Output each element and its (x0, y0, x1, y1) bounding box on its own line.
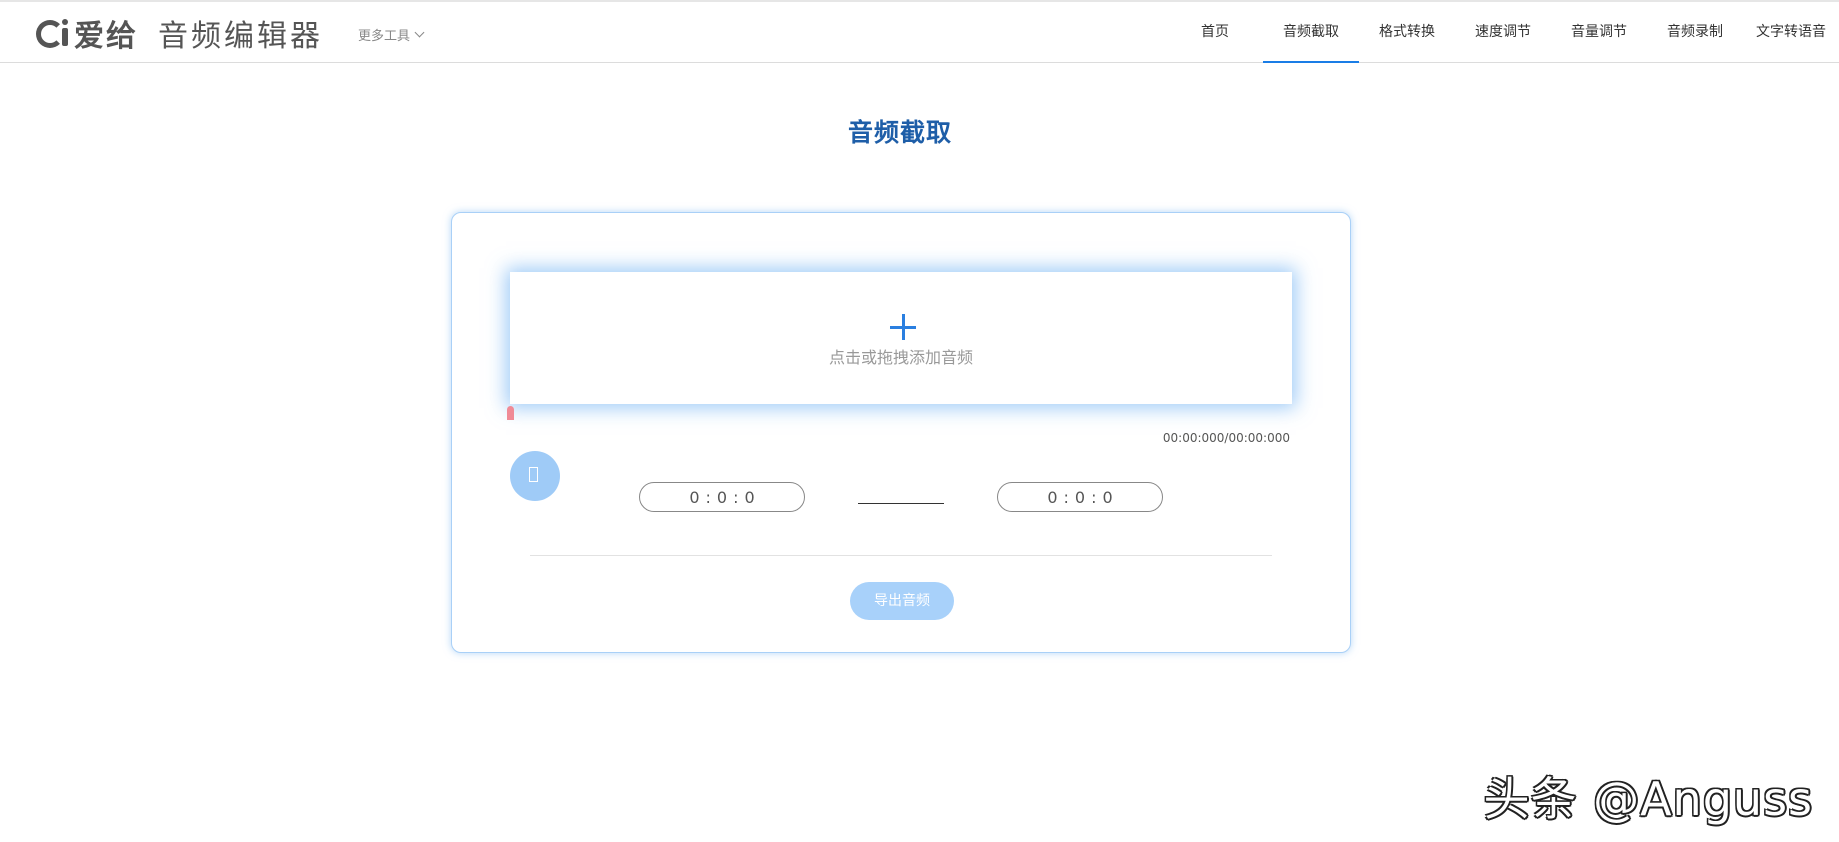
time-separator: : (705, 487, 711, 507)
top-header: 爱给 音频编辑器 更多工具 首页 音频截取 格式转换 速度调节 音量调节 音频录… (0, 0, 1839, 63)
main-nav: 首页 音频截取 格式转换 速度调节 音量调节 音频录制 文字转语音 (1167, 2, 1839, 63)
start-minutes[interactable]: 0 (717, 488, 727, 507)
play-button[interactable] (510, 451, 560, 501)
nav-item-volume-adjust[interactable]: 音量调节 (1551, 2, 1647, 63)
dropzone-text: 点击或拖拽添加音频 (828, 348, 973, 367)
more-tools-label: 更多工具 (358, 29, 411, 44)
nav-item-format-convert[interactable]: 格式转换 (1359, 2, 1455, 63)
playhead-marker-icon[interactable] (507, 406, 514, 420)
more-tools-dropdown[interactable]: 更多工具 (358, 25, 425, 44)
nav-item-audio-cut[interactable]: 音频截取 (1263, 2, 1359, 63)
nav-item-home[interactable]: 首页 (1167, 2, 1263, 63)
play-icon (529, 467, 538, 482)
logo-brand-text: 爱给 (74, 19, 138, 54)
nav-item-speed-adjust[interactable]: 速度调节 (1455, 2, 1551, 63)
divider (530, 555, 1272, 556)
watermark-text: 头条 @Anguss (1483, 772, 1813, 826)
start-seconds[interactable]: 0 (744, 488, 754, 507)
range-dash (858, 503, 944, 504)
export-audio-button[interactable]: 导出音频 (850, 582, 954, 620)
site-logo[interactable]: 爱给 音频编辑器 (36, 11, 323, 55)
start-time-input[interactable]: 0 : 0 : 0 (639, 482, 805, 512)
timecode-display: 00:00:000/00:00:000 (1162, 431, 1290, 445)
start-hours[interactable]: 0 (689, 488, 699, 507)
audio-dropzone[interactable]: 点击或拖拽添加音频 (510, 272, 1292, 404)
aigei-logo-icon (36, 16, 72, 50)
end-time-input[interactable]: 0 : 0 : 0 (997, 482, 1163, 512)
page-title: 音频截取 (847, 118, 952, 147)
time-separator: : (1091, 487, 1097, 507)
plus-icon (890, 314, 916, 340)
nav-item-text-to-speech[interactable]: 文字转语音 (1743, 2, 1839, 63)
logo-product-text: 音频编辑器 (158, 19, 323, 54)
end-minutes[interactable]: 0 (1075, 488, 1085, 507)
chevron-down-icon (414, 27, 425, 38)
editor-panel: 点击或拖拽添加音频 00:00:000/00:00:000 0 : 0 : 0 … (451, 212, 1351, 653)
time-separator: : (733, 487, 739, 507)
time-separator: : (1063, 487, 1069, 507)
nav-item-audio-record[interactable]: 音频录制 (1647, 2, 1743, 63)
end-seconds[interactable]: 0 (1102, 488, 1112, 507)
end-hours[interactable]: 0 (1047, 488, 1057, 507)
